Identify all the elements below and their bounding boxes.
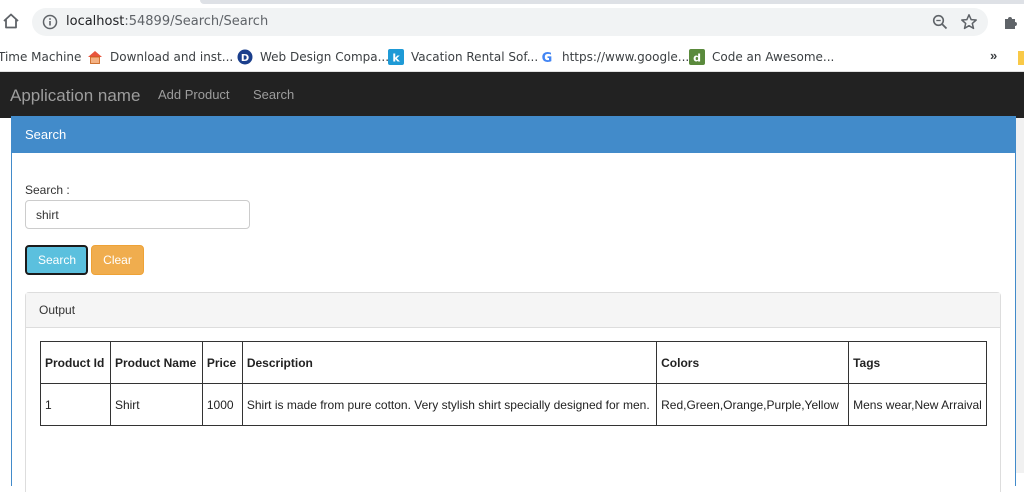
col-description: Description [241, 341, 658, 384]
bookmark-label: Web Design Compa... [260, 50, 390, 64]
bookmark-label: https://www.google... [562, 50, 690, 64]
google-favicon-icon: G [542, 51, 553, 65]
bookmark-label: Vacation Rental Sof... [411, 50, 539, 64]
brand-link[interactable]: Application name [10, 86, 140, 106]
extensions-icon[interactable] [1002, 13, 1020, 31]
bookmark-code-awesome[interactable]: d Code an Awesome... [689, 42, 834, 72]
svg-text:k: k [392, 52, 400, 65]
nav-search[interactable]: Search [253, 87, 294, 102]
col-product-name: Product Name [109, 341, 203, 384]
output-title: Output [26, 293, 1000, 328]
d-favicon-icon: D [237, 49, 253, 65]
zoom-icon[interactable] [932, 14, 948, 30]
col-colors: Colors [656, 341, 850, 384]
output-panel: Output Product Id Product Name Price Des… [25, 292, 1001, 492]
home-icon[interactable] [2, 12, 20, 30]
bookmark-star-icon[interactable] [960, 13, 978, 31]
search-label: Search : [25, 183, 70, 197]
house-favicon-icon [88, 51, 102, 64]
table-header-row: Product Id Product Name Price Descriptio… [40, 341, 987, 384]
clear-button[interactable]: Clear [91, 245, 144, 275]
navbar: Application name Add Product Search [0, 72, 1024, 118]
svg-text:G: G [542, 51, 553, 65]
cell-price: 1000 [201, 383, 243, 426]
svg-text:d: d [693, 52, 701, 65]
bookmark-time-machine[interactable]: Time Machine [0, 42, 81, 72]
browser-toolbar: localhost:54899/Search/Search [0, 0, 1024, 42]
cell-colors: Red,Green,Orange,Purple,Yellow [656, 383, 850, 426]
search-button[interactable]: Search [25, 245, 88, 275]
col-product-id: Product Id [40, 341, 111, 384]
bookmark-web-design[interactable]: D Web Design Compa... [237, 42, 389, 72]
results-table: Product Id Product Name Price Descriptio… [40, 341, 987, 426]
cell-product-id: 1 [40, 383, 111, 426]
more-bookmarks-button[interactable]: » [990, 48, 997, 63]
url-path: :54899/Search/Search [124, 14, 269, 29]
table-row: 1 Shirt 1000 Shirt is made from pure cot… [40, 383, 987, 426]
d-square-favicon-icon: d [689, 49, 705, 65]
info-icon[interactable] [42, 14, 58, 30]
bookmark-label: Download and inst... [110, 50, 234, 64]
panel-title: Search [12, 117, 1015, 153]
k-favicon-icon: k [388, 49, 404, 65]
tab-strip-edge [200, 0, 1024, 4]
folder-icon[interactable] [1018, 51, 1024, 65]
cell-tags: Mens wear,New Arraival [848, 383, 987, 426]
col-tags: Tags [848, 341, 987, 384]
bookmark-label: Code an Awesome... [712, 50, 835, 64]
cell-product-name: Shirt [109, 383, 203, 426]
bookmarks-bar: Time Machine Download and inst... D Web … [0, 42, 1024, 72]
svg-text:D: D [241, 53, 249, 64]
bookmark-google[interactable]: G https://www.google... [539, 42, 690, 72]
cell-description: Shirt is made from pure cotton. Very sty… [241, 383, 658, 426]
address-bar[interactable]: localhost:54899/Search/Search [32, 8, 988, 36]
bookmark-download[interactable]: Download and inst... [87, 42, 233, 72]
search-input[interactable] [25, 200, 250, 229]
bookmark-vacation-rental[interactable]: k Vacation Rental Sof... [388, 42, 538, 72]
nav-add-product[interactable]: Add Product [158, 87, 230, 102]
scrollbar[interactable] [1016, 72, 1024, 473]
search-panel: Search Search : Search Clear Output Prod… [11, 116, 1016, 492]
url-text[interactable]: localhost:54899/Search/Search [66, 14, 268, 29]
col-price: Price [201, 341, 243, 384]
bookmark-label: Time Machine [0, 50, 82, 64]
url-host: localhost [66, 14, 125, 29]
